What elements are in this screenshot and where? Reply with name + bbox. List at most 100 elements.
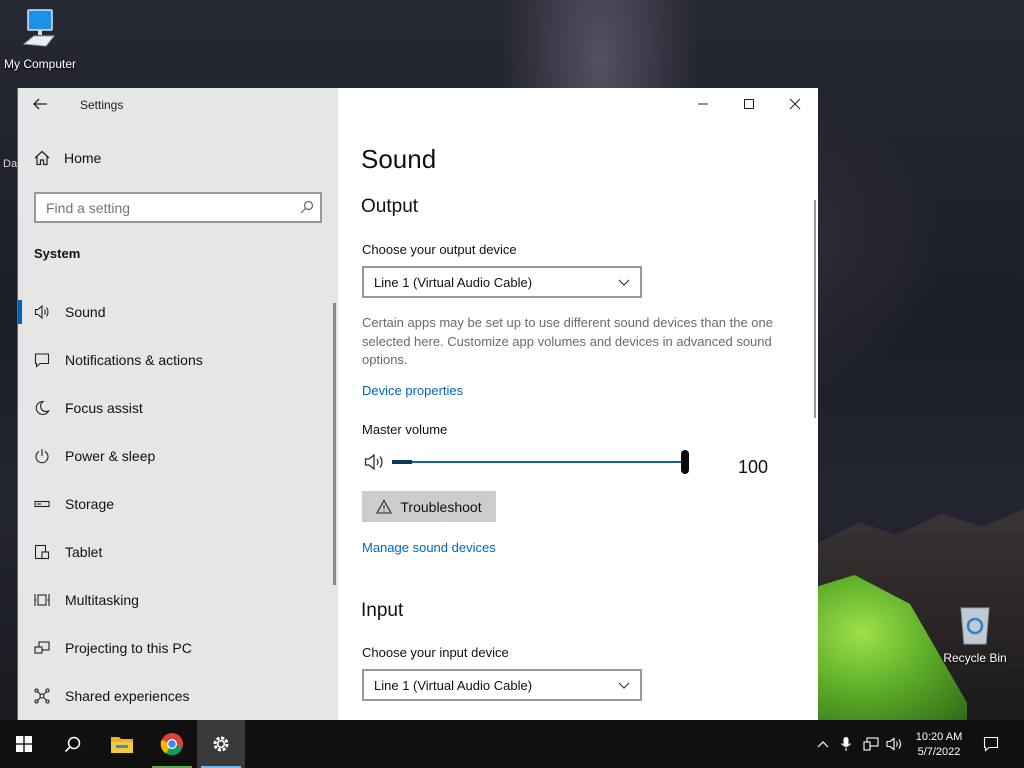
slider-fill [392, 460, 412, 464]
sidebar-item-shared-experiences[interactable]: Shared experiences [18, 672, 334, 720]
sidebar-item-label: Multitasking [65, 592, 139, 608]
master-volume-slider[interactable] [392, 450, 689, 474]
warning-icon [376, 499, 393, 514]
search-icon[interactable] [300, 200, 314, 214]
minimize-button[interactable] [680, 88, 726, 120]
speaker-icon [34, 304, 49, 320]
sidebar-item-storage[interactable]: Storage [18, 480, 334, 528]
maximize-icon [744, 99, 754, 109]
close-button[interactable] [772, 88, 818, 120]
output-description: Certain apps may be set up to use differ… [362, 315, 773, 367]
sidebar-item-label: Focus assist [65, 400, 143, 416]
sidebar-item-label: Shared experiences [65, 688, 190, 704]
network-tray-button[interactable] [860, 720, 882, 768]
microphone-icon [841, 737, 851, 751]
volume-icon[interactable] [364, 453, 386, 471]
input-heading: Input [361, 600, 404, 621]
desktop-icon-label: Recycle Bin [943, 651, 1007, 665]
tablet-icon [34, 544, 50, 560]
projecting-icon [34, 641, 50, 654]
chevron-down-icon [618, 279, 630, 286]
chrome-icon [160, 733, 183, 756]
home-label: Home [64, 150, 102, 166]
search-icon [64, 736, 80, 752]
gear-icon [213, 736, 229, 752]
power-icon [35, 449, 49, 464]
sidebar-item-label: Storage [65, 496, 115, 512]
desktop-icon-my-computer[interactable]: My Computer [0, 8, 80, 71]
home-icon [34, 150, 50, 166]
desktop-partial-label: Da [3, 158, 18, 170]
app-title: Settings [80, 98, 124, 112]
slider-thumb[interactable] [681, 450, 689, 474]
slider-track [392, 461, 682, 463]
output-heading: Output [361, 196, 419, 217]
clock-time: 10:20 AM [915, 731, 963, 743]
close-icon [789, 98, 801, 110]
taskbar-search-button[interactable] [48, 720, 96, 768]
device-properties-link[interactable]: Device properties [362, 383, 463, 398]
sidebar: Settings Home System Sound Notifications… [18, 88, 338, 720]
clock-date: 5/7/2022 [917, 746, 961, 758]
maximize-button[interactable] [726, 88, 772, 120]
sidebar-item-tablet[interactable]: Tablet [18, 528, 334, 576]
sidebar-item-label: Notifications & actions [65, 352, 203, 368]
start-button[interactable] [0, 720, 48, 768]
multitasking-icon [34, 594, 50, 606]
volume-tray-button[interactable] [884, 720, 906, 768]
master-volume-label: Master volume [362, 422, 448, 437]
recycle-bin-icon [960, 607, 990, 645]
main-scrollbar[interactable] [814, 200, 816, 418]
arrow-left-icon [33, 98, 47, 110]
storage-icon [34, 500, 50, 508]
notification-icon [983, 736, 999, 752]
sidebar-item-label: Sound [65, 304, 106, 320]
sidebar-item-notifications[interactable]: Notifications & actions [18, 336, 334, 384]
minimize-icon [698, 103, 708, 105]
microphone-tray-button[interactable] [836, 720, 856, 768]
main-content: Sound Output Choose your output device L… [338, 88, 818, 720]
output-device-select[interactable]: Line 1 (Virtual Audio Cable) [362, 266, 642, 298]
sidebar-item-power-sleep[interactable]: Power & sleep [18, 432, 334, 480]
network-icon [863, 737, 879, 751]
settings-window: Settings Home System Sound Notifications… [17, 88, 818, 720]
troubleshoot-button[interactable]: Troubleshoot [362, 491, 496, 522]
action-center-button[interactable] [978, 720, 1004, 768]
output-device-value: Line 1 (Virtual Audio Cable) [374, 274, 533, 290]
moon-icon [35, 400, 50, 415]
page-title: Sound [361, 144, 437, 174]
settings-taskbar-button[interactable] [197, 720, 245, 768]
chrome-button[interactable] [148, 720, 196, 768]
folder-icon [111, 737, 133, 753]
show-hidden-icons-button[interactable] [812, 720, 834, 768]
manage-sound-devices-link[interactable]: Manage sound devices [362, 540, 496, 555]
shared-icon [34, 688, 50, 704]
sidebar-item-projecting[interactable]: Projecting to this PC [18, 624, 334, 672]
search-input[interactable] [36, 194, 286, 221]
input-device-select[interactable]: Line 1 (Virtual Audio Cable) [362, 669, 642, 701]
sidebar-scrollbar[interactable] [333, 303, 336, 585]
search-box [34, 192, 322, 223]
back-button[interactable] [32, 96, 52, 114]
file-explorer-button[interactable] [98, 720, 146, 768]
taskbar-clock[interactable]: 10:20 AM 5/7/2022 [904, 730, 974, 760]
output-device-label: Choose your output device [362, 242, 517, 257]
taskbar: 10:20 AM 5/7/2022 [0, 720, 1024, 768]
sidebar-item-label: Projecting to this PC [65, 640, 192, 656]
input-device-label: Choose your input device [362, 645, 509, 660]
chevron-up-icon [817, 741, 829, 748]
desktop-icon-label: My Computer [3, 57, 77, 71]
input-device-value: Line 1 (Virtual Audio Cable) [374, 677, 533, 693]
desktop-icon-recycle-bin[interactable]: Recycle Bin [938, 602, 1012, 665]
nav-list: Sound Notifications & actions Focus assi… [18, 288, 334, 720]
sidebar-item-focus-assist[interactable]: Focus assist [18, 384, 334, 432]
volume-value: 100 [738, 457, 769, 477]
section-label: System [34, 246, 81, 261]
home-link[interactable]: Home [34, 150, 101, 166]
speaker-icon [886, 737, 902, 751]
sidebar-item-multitasking[interactable]: Multitasking [18, 576, 334, 624]
sidebar-item-sound[interactable]: Sound [18, 288, 334, 336]
chevron-down-icon [618, 682, 630, 689]
sidebar-item-label: Power & sleep [65, 448, 156, 464]
computer-icon [22, 9, 56, 47]
